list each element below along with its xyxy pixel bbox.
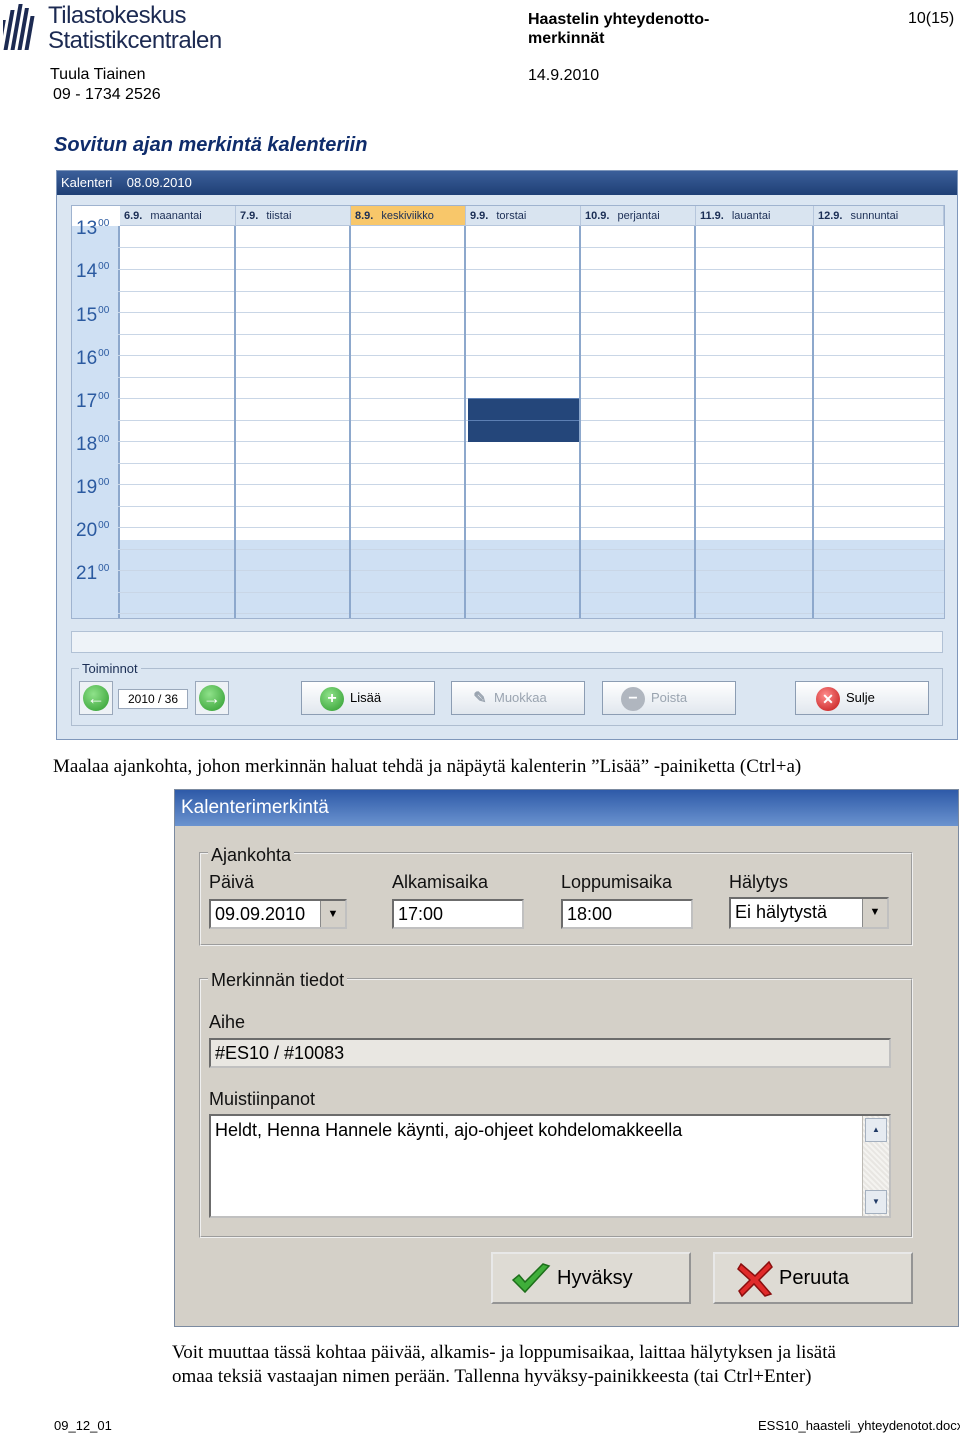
- delete-button[interactable]: − Poista: [602, 681, 736, 715]
- start-time-label: Alkamisaika: [392, 872, 489, 892]
- notes-textarea[interactable]: Heldt, Henna Hannele käynti, ajo-ohjeet …: [209, 1114, 891, 1218]
- prev-week-button[interactable]: ←: [79, 681, 113, 715]
- selected-time-slot[interactable]: [468, 398, 579, 421]
- document-date: 14.9.2010: [528, 67, 600, 84]
- hour-label: 1700: [76, 391, 110, 412]
- footer-left: 09_12_01: [54, 1418, 112, 1433]
- end-time-input[interactable]: 18:00: [561, 899, 693, 929]
- calendar-status-bar: [71, 631, 943, 653]
- footer-filename: ESS10_haasteli_yhteydenotot.docx: [758, 1418, 960, 1433]
- arrow-left-icon: ←: [83, 685, 109, 711]
- logo-text-sv: Statistikcentralen: [48, 27, 222, 54]
- notes-scrollbar[interactable]: ▲ ▼: [862, 1116, 889, 1216]
- hour-label: 1900: [76, 477, 110, 498]
- hour-label: 2100: [76, 563, 110, 584]
- day-header-saturday[interactable]: 11.9. lauantai: [696, 206, 814, 226]
- day-header-wednesday[interactable]: 8.9. keskiviikko: [351, 206, 466, 226]
- day-column-monday[interactable]: [120, 226, 236, 618]
- calendar-window: Kalenteri 08.09.2010 1300 1400 1500 1600…: [56, 170, 958, 740]
- selected-time-slot[interactable]: [468, 420, 579, 442]
- subject-label: Aihe: [209, 1012, 246, 1032]
- day-label: Päivä: [209, 872, 255, 892]
- close-icon: ✕: [816, 687, 840, 711]
- week-display: 2010 / 36: [118, 689, 188, 709]
- chevron-down-icon: ▼: [862, 899, 887, 927]
- toolbar-group-label: Toiminnot: [79, 661, 141, 676]
- hour-label: 1800: [76, 434, 110, 455]
- add-button[interactable]: + Lisää: [301, 681, 435, 715]
- end-time-label: Loppumisaika: [561, 872, 673, 892]
- hour-label: 1400: [76, 261, 110, 282]
- next-week-button[interactable]: →: [195, 681, 229, 715]
- calendar-grid[interactable]: 1300 1400 1500 1600 1700 1800 1900 2000 …: [71, 205, 945, 619]
- day-header-monday[interactable]: 6.9. maanantai: [120, 206, 236, 226]
- calendar-scrollbar[interactable]: ▲ ▼: [944, 206, 945, 619]
- time-column: 1300 1400 1500 1600 1700 1800 1900 2000 …: [72, 218, 120, 618]
- section-title: Sovitun ajan merkintä kalenteriin: [54, 134, 368, 156]
- instruction-text-2-line2: omaa teksiä vastaajan nimen perään. Tall…: [172, 1366, 812, 1387]
- notes-label: Muistiinpanot: [209, 1089, 316, 1109]
- day-column-saturday[interactable]: [696, 226, 814, 618]
- pencil-icon: ✎: [473, 690, 487, 707]
- alarm-label: Hälytys: [729, 872, 789, 892]
- tilastokeskus-logo-icon: [3, 4, 35, 50]
- subject-field[interactable]: #ES10 / #10083: [209, 1038, 891, 1068]
- instruction-text-1: Maalaa ajankohta, johon merkinnän haluat…: [53, 756, 802, 777]
- close-button[interactable]: ✕ Sulje: [795, 681, 929, 715]
- scroll-up-icon[interactable]: ▲: [865, 1118, 887, 1142]
- start-time-input[interactable]: 17:00: [392, 899, 524, 929]
- chevron-down-icon: ▼: [320, 901, 345, 927]
- calendar-date: 08.09.2010: [126, 175, 192, 190]
- edit-button[interactable]: ✎ Muokkaa: [451, 681, 585, 715]
- calendar-titlebar: Kalenteri 08.09.2010: [57, 171, 957, 195]
- hour-label: 1600: [76, 348, 110, 369]
- ajankohta-legend: Ajankohta: [208, 845, 295, 866]
- document-title: Haastelin yhteydenotto-merkinnät: [528, 11, 710, 47]
- day-header-tuesday[interactable]: 7.9. tiistai: [236, 206, 351, 226]
- scroll-down-icon[interactable]: ▼: [865, 1190, 887, 1214]
- day-column-sunday[interactable]: [814, 226, 944, 618]
- hour-label: 1500: [76, 305, 110, 326]
- entry-details-legend: Merkinnän tiedot: [208, 970, 348, 991]
- author-name: Tuula Tiainen: [50, 66, 146, 83]
- day-dropdown[interactable]: 09.09.2010 ▼: [209, 899, 347, 929]
- instruction-text-2-line1: Voit muuttaa tässä kohtaa päivää, alkami…: [172, 1342, 836, 1363]
- cross-icon: [737, 1260, 773, 1298]
- day-column-friday[interactable]: [581, 226, 696, 618]
- hour-label: 1300: [76, 218, 110, 239]
- day-header-thursday[interactable]: 9.9. torstai: [466, 206, 581, 226]
- dialog-title: Kalenterimerkintä: [175, 790, 958, 826]
- accept-button[interactable]: Hyväksy: [491, 1252, 691, 1304]
- checkmark-icon: [511, 1263, 551, 1294]
- calendar-entry-dialog: Kalenterimerkintä Ajankohta Päivä 09.09.…: [174, 789, 959, 1327]
- plus-icon: +: [320, 687, 344, 711]
- author-phone: 09 - 1734 2526: [53, 86, 161, 103]
- page-number: 10(15): [908, 10, 955, 27]
- day-column-tuesday[interactable]: [236, 226, 351, 618]
- alarm-dropdown[interactable]: Ei hälytystä ▼: [729, 897, 889, 929]
- minus-icon: −: [621, 687, 645, 711]
- arrow-right-icon: →: [199, 685, 225, 711]
- day-header-friday[interactable]: 10.9. perjantai: [581, 206, 696, 226]
- day-header-sunday[interactable]: 12.9. sunnuntai: [814, 206, 944, 226]
- cancel-button[interactable]: Peruuta: [713, 1252, 913, 1304]
- logo-text-fi: Tilastokeskus: [48, 2, 187, 29]
- hour-label: 2000: [76, 520, 110, 541]
- day-column-wednesday[interactable]: [351, 226, 466, 618]
- calendar-title: Kalenteri: [61, 175, 113, 190]
